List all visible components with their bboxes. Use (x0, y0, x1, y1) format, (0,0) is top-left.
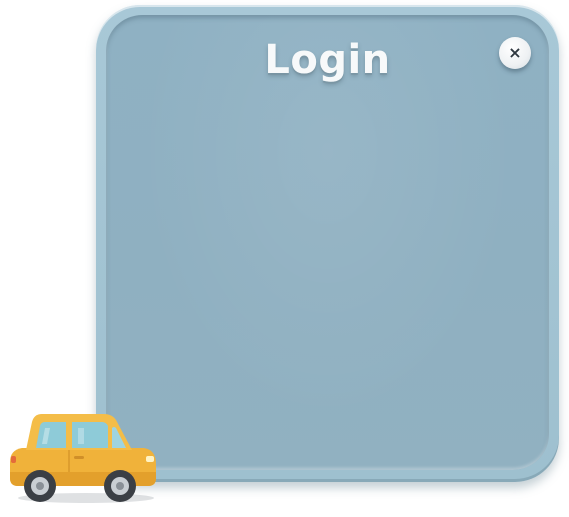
login-dialog: Login × (96, 5, 559, 482)
login-panel-face (106, 15, 549, 470)
close-button[interactable]: × (499, 37, 531, 69)
dialog-title: Login (264, 37, 391, 83)
close-icon: × (508, 43, 522, 62)
toy-car-icon (10, 414, 156, 503)
